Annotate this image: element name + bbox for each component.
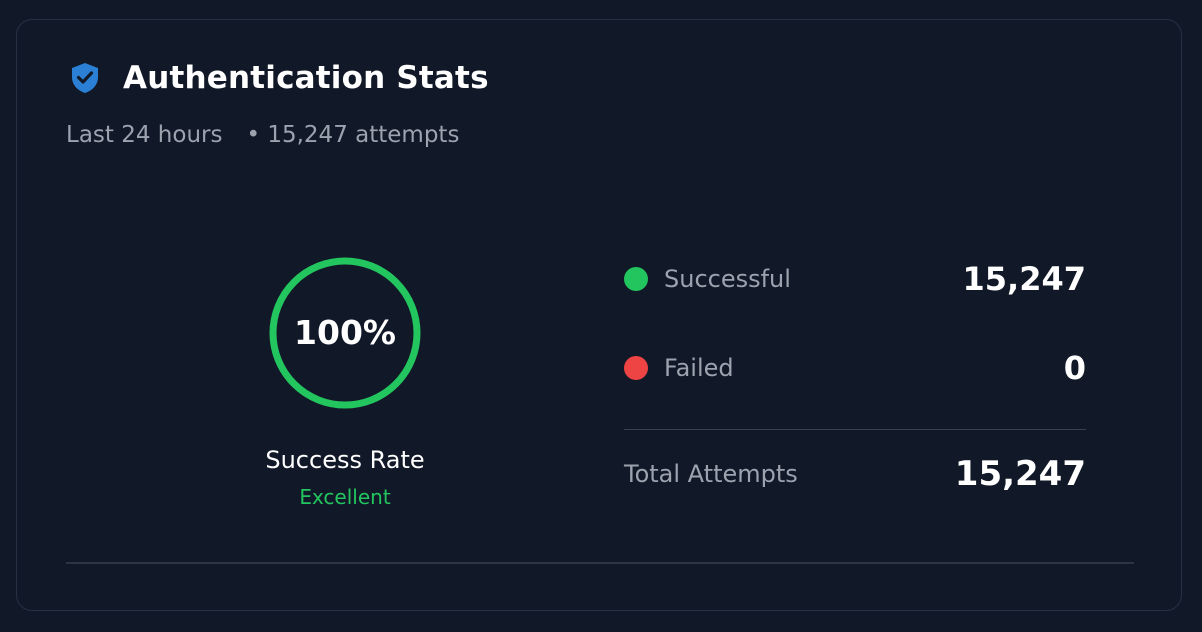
failed-label: Failed: [664, 354, 734, 382]
success-rate-status: Excellent: [299, 485, 391, 509]
attempts-count: • 15,247 attempts: [246, 122, 460, 148]
stats-divider: [624, 429, 1086, 430]
successful-label: Successful: [664, 265, 791, 293]
success-rate-label: Success Rate: [265, 446, 425, 474]
total-attempts-label: Total Attempts: [624, 460, 798, 488]
time-period: Last 24 hours: [66, 122, 223, 148]
footer-divider: [66, 562, 1134, 564]
shield-check-icon: [67, 60, 103, 96]
successful-value: 15,247: [962, 260, 1086, 298]
failed-dot-icon: [624, 356, 648, 380]
stat-row-successful: Successful 15,247: [624, 260, 1086, 298]
success-dot-icon: [624, 267, 648, 291]
card-title: Authentication Stats: [123, 60, 489, 96]
total-attempts-value: 15,247: [954, 454, 1086, 494]
card-header: Authentication Stats: [67, 60, 489, 96]
stat-row-total: Total Attempts 15,247: [624, 454, 1086, 494]
auth-stats-card: [16, 19, 1182, 611]
card-subtitle: Last 24 hours • 15,247 attempts: [66, 122, 459, 148]
gauge-value: 100%: [294, 313, 396, 352]
failed-value: 0: [1063, 349, 1086, 387]
stat-row-failed: Failed 0: [624, 349, 1086, 387]
success-rate-gauge: 100%: [268, 256, 422, 410]
